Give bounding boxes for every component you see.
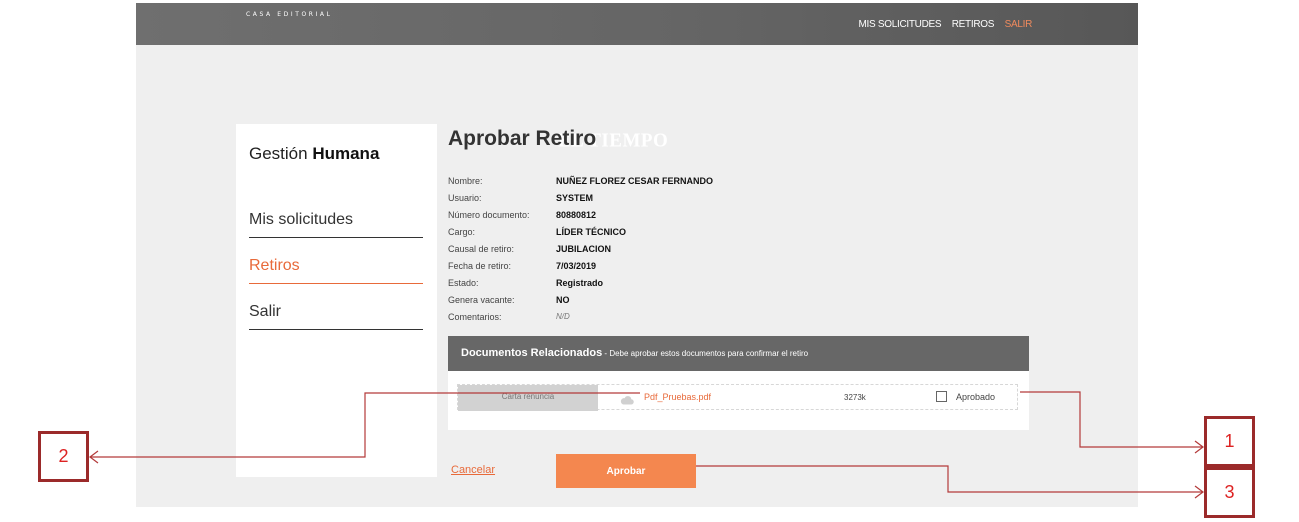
document-size: 3273k xyxy=(844,393,866,402)
field-value: LÍDER TÉCNICO xyxy=(556,227,627,237)
sidebar-title: Gestión Humana xyxy=(249,144,379,164)
callout-arrow-3 xyxy=(1194,485,1204,499)
field-value: SYSTEM xyxy=(556,193,594,203)
callout-arrow-1 xyxy=(1194,440,1204,454)
sidebar-item-salir[interactable]: Salir xyxy=(249,303,423,330)
field-label: Nombre: xyxy=(448,176,483,186)
approved-checkbox[interactable] xyxy=(936,391,947,402)
logo-sub-text: CASA EDITORIAL xyxy=(246,11,333,18)
document-type: Carta renuncia xyxy=(458,385,598,411)
field-value: NO xyxy=(556,295,570,305)
document-row: Carta renuncia Pdf_Pruebas.pdf 3273k Apr… xyxy=(457,384,1018,411)
top-nav: MIS SOLICITUDES RETIROS SALIR xyxy=(851,19,1033,30)
field-label: Genera vacante: xyxy=(448,295,515,305)
annotation-badge-1: 1 xyxy=(1204,416,1255,467)
field-label: Cargo: xyxy=(448,227,476,237)
nav-salir[interactable]: SALIR xyxy=(1005,19,1033,30)
field-value: JUBILACION xyxy=(556,244,612,254)
field-label: Causal de retiro: xyxy=(448,244,515,254)
sidebar-item-retiros[interactable]: Retiros xyxy=(249,257,423,284)
app-window: EL TIEMPO CASA EDITORIAL MIS SOLICITUDES… xyxy=(136,3,1138,507)
top-bar: EL TIEMPO CASA EDITORIAL MIS SOLICITUDES… xyxy=(136,3,1138,150)
nav-mis-solicitudes[interactable]: MIS SOLICITUDES xyxy=(859,19,942,30)
field-label: Número documento: xyxy=(448,210,530,220)
field-label: Comentarios: xyxy=(448,312,502,322)
sidebar-title-light: Gestión xyxy=(249,144,308,163)
cloud-download-icon[interactable] xyxy=(620,392,634,405)
field-label: Estado: xyxy=(448,278,479,288)
annotation-badge-2: 2 xyxy=(38,431,89,482)
field-value: NUÑEZ FLOREZ CESAR FERNANDO xyxy=(556,176,713,186)
nav-retiros[interactable]: RETIROS xyxy=(952,19,995,30)
field-label: Fecha de retiro: xyxy=(448,261,512,271)
logo-main-text: EL TIEMPO xyxy=(558,129,669,152)
callout-arrow-2 xyxy=(89,450,99,464)
page-title: Aprobar Retiro xyxy=(448,127,597,150)
documents-subheading: - Debe aprobar estos documentos para con… xyxy=(602,349,809,358)
field-label: Usuario: xyxy=(448,193,482,203)
cancel-link[interactable]: Cancelar xyxy=(451,464,495,476)
annotation-badge-3: 3 xyxy=(1204,467,1255,518)
document-file-link[interactable]: Pdf_Pruebas.pdf xyxy=(644,392,711,402)
sidebar: Gestión Humana Mis solicitudes Retiros S… xyxy=(236,124,437,477)
related-documents-panel: Documentos Relacionados - Debe aprobar e… xyxy=(448,336,1029,430)
el-tiempo-logo[interactable]: EL TIEMPO CASA EDITORIAL xyxy=(246,11,668,150)
field-value: 7/03/2019 xyxy=(556,261,597,271)
sidebar-item-mis-solicitudes[interactable]: Mis solicitudes xyxy=(249,211,423,238)
field-value: Registrado xyxy=(556,278,604,288)
approved-checkbox-label[interactable]: Aprobado xyxy=(956,392,995,402)
field-value: N/D xyxy=(556,312,570,321)
sidebar-title-bold: Humana xyxy=(312,144,380,163)
documents-header: Documentos Relacionados - Debe aprobar e… xyxy=(448,336,1029,371)
documents-heading: Documentos Relacionados xyxy=(461,347,603,359)
field-value: 80880812 xyxy=(556,210,597,220)
approve-button[interactable]: Aprobar xyxy=(556,454,696,488)
